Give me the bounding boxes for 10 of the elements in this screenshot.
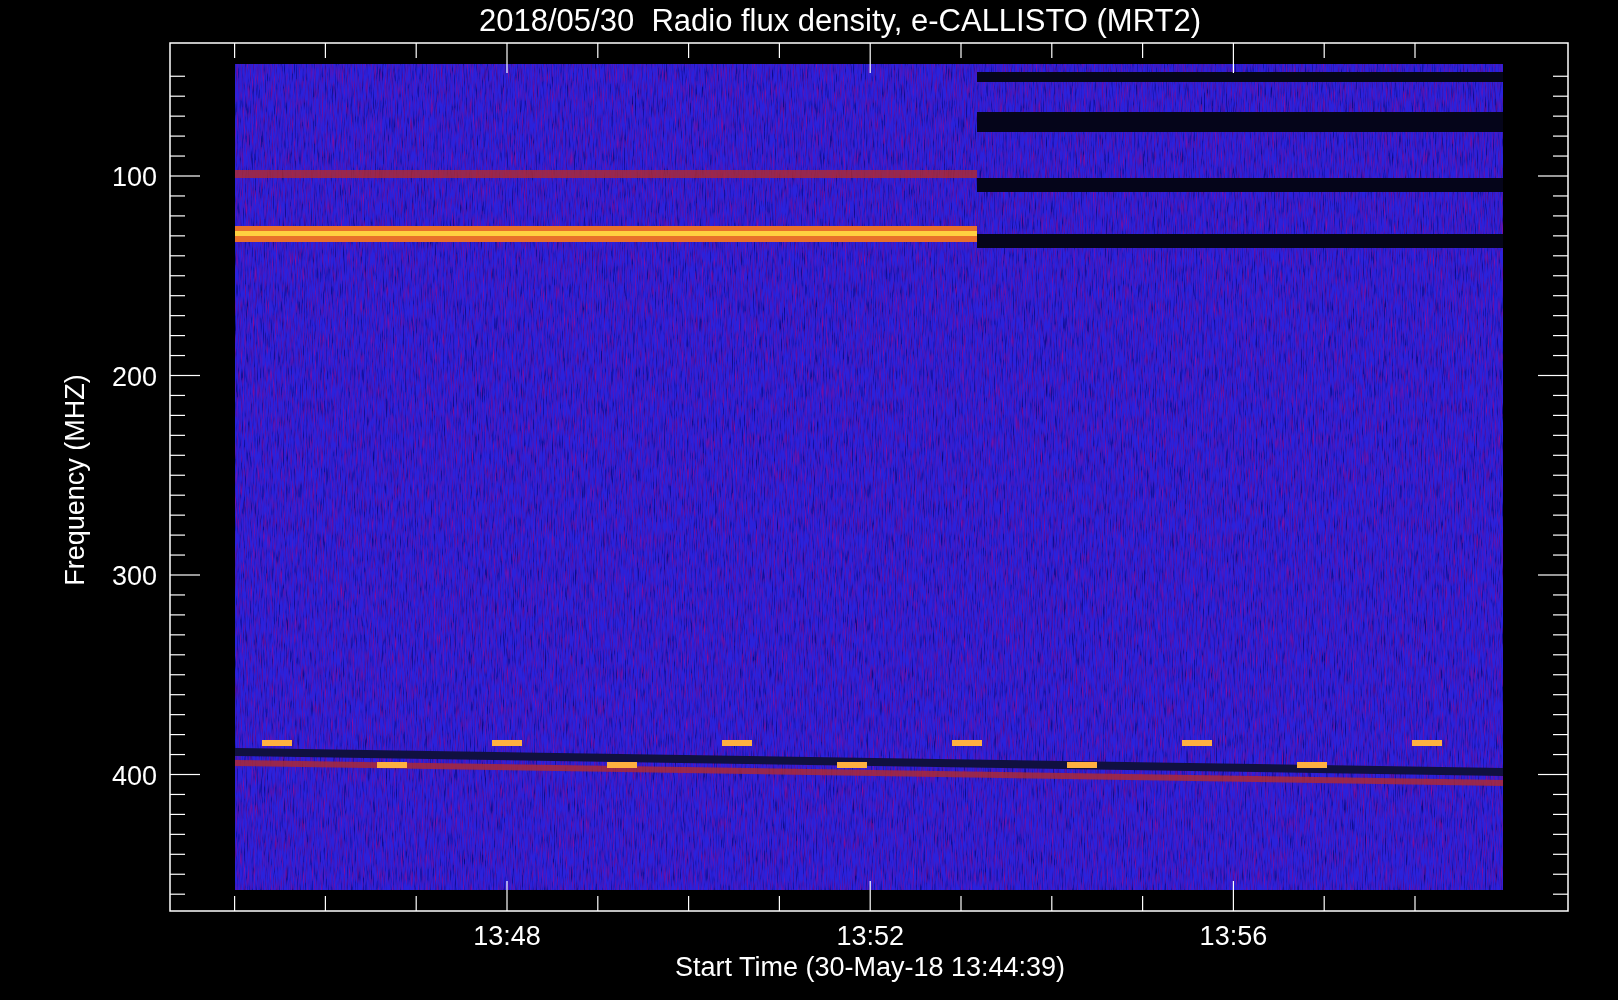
y-axis-title: Frequency (MHZ) (60, 374, 90, 586)
x-tick-label: 13:52 (836, 921, 904, 951)
chart-title: 2018/05/30 Radio flux density, e-CALLISTO (MRT2) (479, 3, 1201, 38)
y-tick-label: 400 (111, 760, 157, 791)
x-tick-label: 13:56 (1199, 921, 1268, 951)
y-tick-label: 200 (111, 361, 157, 392)
x-tick-label: 13:48 (473, 921, 541, 951)
y-tick-label: 100 (111, 162, 157, 192)
y-tick-label: 300 (111, 561, 157, 591)
x-axis-title: Start Time (30-May-18 13:44:39) (674, 952, 1066, 982)
